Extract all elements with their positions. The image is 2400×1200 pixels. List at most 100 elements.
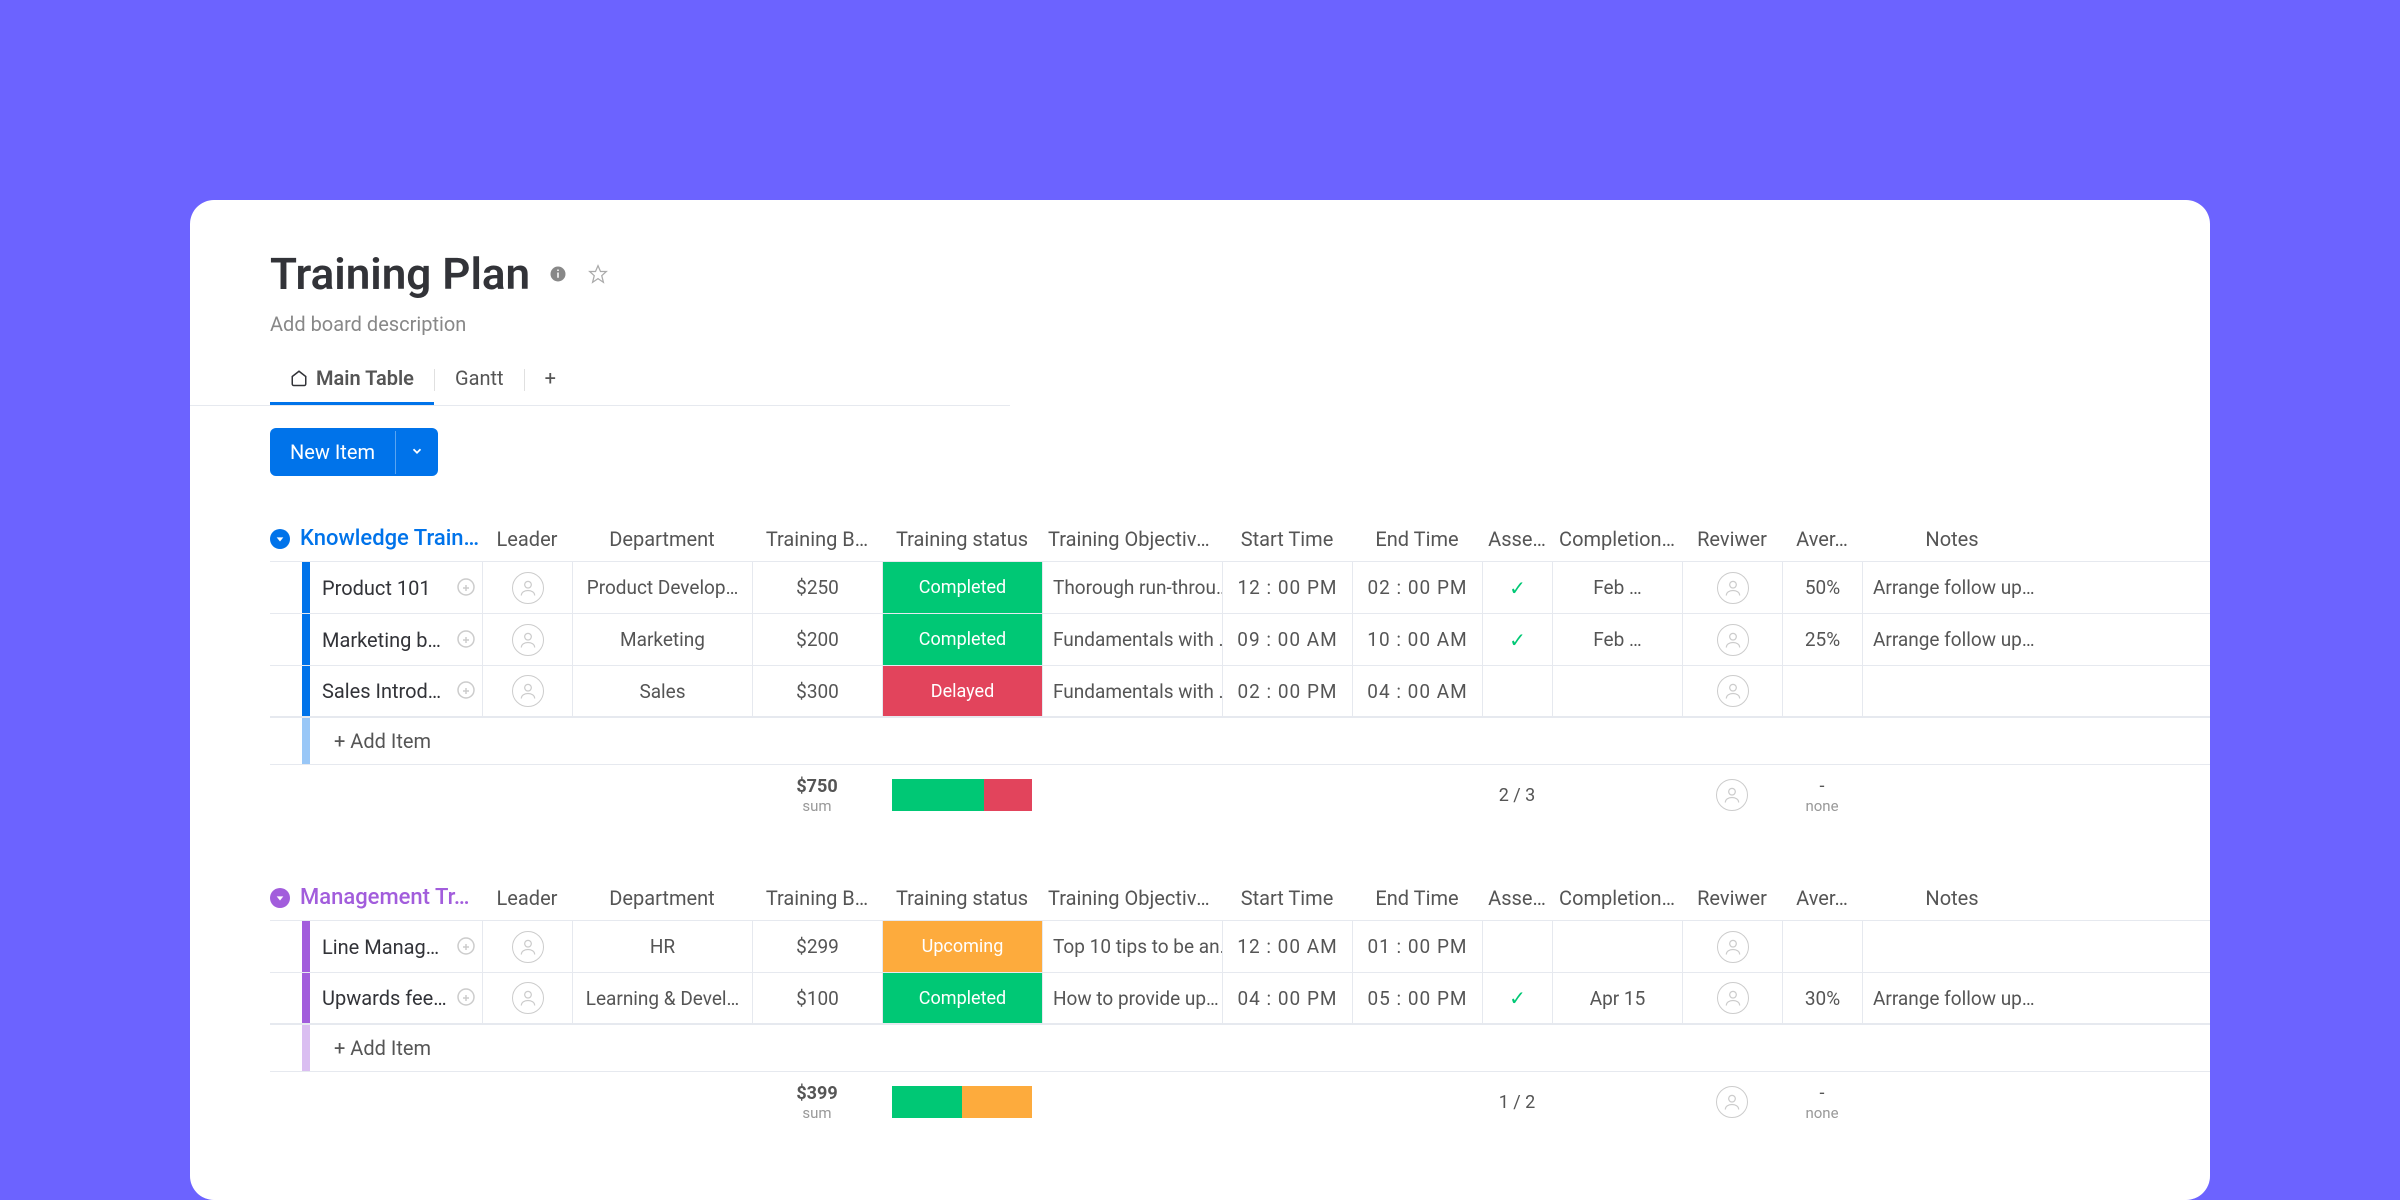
end-time-cell[interactable]: 10 : 00 AM xyxy=(1352,614,1482,665)
start-time-cell[interactable]: 12 : 00 PM xyxy=(1222,562,1352,613)
completion-cell[interactable]: Feb … xyxy=(1552,614,1682,665)
chat-icon[interactable] xyxy=(450,614,482,665)
item-name[interactable]: Marketing b… xyxy=(310,614,450,665)
completion-cell[interactable] xyxy=(1552,666,1682,716)
objectives-cell[interactable]: Fundamentals with … xyxy=(1042,614,1222,665)
budget-cell[interactable]: $200 xyxy=(752,614,882,665)
start-time-cell[interactable]: 12 : 00 AM xyxy=(1222,921,1352,972)
end-time-cell[interactable]: 02 : 00 PM xyxy=(1352,562,1482,613)
department-cell[interactable]: HR xyxy=(572,921,752,972)
table-row[interactable]: Product 101 Product Develop… $250 Comple… xyxy=(270,561,2210,613)
average-cell[interactable] xyxy=(1782,921,1862,972)
status-cell[interactable]: Completed xyxy=(882,973,1042,1023)
start-time-cell[interactable]: 02 : 00 PM xyxy=(1222,666,1352,716)
tab-gantt[interactable]: Gantt xyxy=(435,354,524,405)
status-cell[interactable]: Completed xyxy=(882,614,1042,665)
end-time-cell[interactable]: 04 : 00 AM xyxy=(1352,666,1482,716)
average-cell[interactable]: 50% xyxy=(1782,562,1862,613)
reviewer-cell[interactable] xyxy=(1682,614,1782,665)
table-row[interactable]: Sales Introd… Sales $300 Delayed Fundame… xyxy=(270,665,2210,717)
group-title[interactable]: Management Tr… xyxy=(300,885,482,910)
item-name[interactable]: Product 101 xyxy=(310,562,450,613)
add-item-row[interactable]: + Add Item xyxy=(270,717,2210,765)
column-header[interactable]: Training status xyxy=(882,527,1042,551)
budget-cell[interactable]: $300 xyxy=(752,666,882,716)
budget-cell[interactable]: $299 xyxy=(752,921,882,972)
table-row[interactable]: Line Manag… HR $299 Upcoming Top 10 tips… xyxy=(270,920,2210,972)
column-header[interactable]: Reviwer xyxy=(1682,886,1782,910)
table-row[interactable]: Upwards fee… Learning & Devel… $100 Comp… xyxy=(270,972,2210,1024)
assessment-cell[interactable]: ✓ xyxy=(1482,562,1552,613)
column-header[interactable]: Notes xyxy=(1862,886,2042,910)
average-cell[interactable] xyxy=(1782,666,1862,716)
add-view-button[interactable]: + xyxy=(525,354,576,405)
column-header[interactable]: Start Time xyxy=(1222,886,1352,910)
notes-cell[interactable]: Arrange follow up… xyxy=(1862,973,2042,1023)
completion-cell[interactable]: Apr 15 xyxy=(1552,973,1682,1023)
column-header[interactable]: Completion… xyxy=(1552,886,1682,910)
chat-icon[interactable] xyxy=(450,666,482,716)
department-cell[interactable]: Marketing xyxy=(572,614,752,665)
department-cell[interactable]: Sales xyxy=(572,666,752,716)
completion-cell[interactable]: Feb … xyxy=(1552,562,1682,613)
star-icon[interactable] xyxy=(586,262,610,286)
department-cell[interactable]: Product Develop… xyxy=(572,562,752,613)
add-item-row[interactable]: + Add Item xyxy=(270,1024,2210,1072)
notes-cell[interactable]: Arrange follow up… xyxy=(1862,562,2042,613)
budget-cell[interactable]: $250 xyxy=(752,562,882,613)
department-cell[interactable]: Learning & Devel… xyxy=(572,973,752,1023)
column-header[interactable]: Training status xyxy=(882,886,1042,910)
status-cell[interactable]: Delayed xyxy=(882,666,1042,716)
leader-cell[interactable] xyxy=(482,614,572,665)
group-collapse-toggle[interactable] xyxy=(270,888,290,908)
column-header[interactable]: Completion… xyxy=(1552,527,1682,551)
assessment-cell[interactable]: ✓ xyxy=(1482,614,1552,665)
leader-cell[interactable] xyxy=(482,921,572,972)
board-description[interactable]: Add board description xyxy=(190,312,2210,336)
column-header[interactable]: Training Objectives xyxy=(1042,527,1222,551)
table-row[interactable]: Marketing b… Marketing $200 Completed Fu… xyxy=(270,613,2210,665)
objectives-cell[interactable]: Fundamentals with … xyxy=(1042,666,1222,716)
chat-icon[interactable] xyxy=(450,562,482,613)
column-header[interactable]: Asse… xyxy=(1482,527,1552,551)
chat-icon[interactable] xyxy=(450,973,482,1023)
start-time-cell[interactable]: 09 : 00 AM xyxy=(1222,614,1352,665)
info-icon[interactable] xyxy=(546,262,570,286)
column-header[interactable]: Notes xyxy=(1862,527,2042,551)
assessment-cell[interactable] xyxy=(1482,921,1552,972)
new-item-button[interactable]: New Item xyxy=(270,428,438,476)
average-cell[interactable]: 30% xyxy=(1782,973,1862,1023)
reviewer-cell[interactable] xyxy=(1682,973,1782,1023)
status-cell[interactable]: Completed xyxy=(882,562,1042,613)
assessment-cell[interactable]: ✓ xyxy=(1482,973,1552,1023)
notes-cell[interactable]: Arrange follow up… xyxy=(1862,614,2042,665)
column-header[interactable]: Training B… xyxy=(752,886,882,910)
column-header[interactable]: End Time xyxy=(1352,527,1482,551)
column-header[interactable]: Department xyxy=(572,886,752,910)
status-cell[interactable]: Upcoming xyxy=(882,921,1042,972)
column-header[interactable]: Leader xyxy=(482,886,572,910)
chat-icon[interactable] xyxy=(450,921,482,972)
column-header[interactable]: Reviwer xyxy=(1682,527,1782,551)
column-header[interactable]: Training B… xyxy=(752,527,882,551)
chevron-down-icon[interactable] xyxy=(395,431,438,474)
column-header[interactable]: Asse… xyxy=(1482,886,1552,910)
objectives-cell[interactable]: Thorough run-throu… xyxy=(1042,562,1222,613)
item-name[interactable]: Upwards fee… xyxy=(310,973,450,1023)
objectives-cell[interactable]: How to provide up… xyxy=(1042,973,1222,1023)
leader-cell[interactable] xyxy=(482,666,572,716)
reviewer-cell[interactable] xyxy=(1682,666,1782,716)
budget-cell[interactable]: $100 xyxy=(752,973,882,1023)
column-header[interactable]: Start Time xyxy=(1222,527,1352,551)
group-collapse-toggle[interactable] xyxy=(270,529,290,549)
group-title[interactable]: Knowledge Train… xyxy=(300,526,482,551)
end-time-cell[interactable]: 05 : 00 PM xyxy=(1352,973,1482,1023)
leader-cell[interactable] xyxy=(482,973,572,1023)
reviewer-cell[interactable] xyxy=(1682,921,1782,972)
column-header[interactable]: Training Objectives xyxy=(1042,886,1222,910)
objectives-cell[interactable]: Top 10 tips to be an… xyxy=(1042,921,1222,972)
end-time-cell[interactable]: 01 : 00 PM xyxy=(1352,921,1482,972)
start-time-cell[interactable]: 04 : 00 PM xyxy=(1222,973,1352,1023)
item-name[interactable]: Sales Introd… xyxy=(310,666,450,716)
column-header[interactable]: End Time xyxy=(1352,886,1482,910)
